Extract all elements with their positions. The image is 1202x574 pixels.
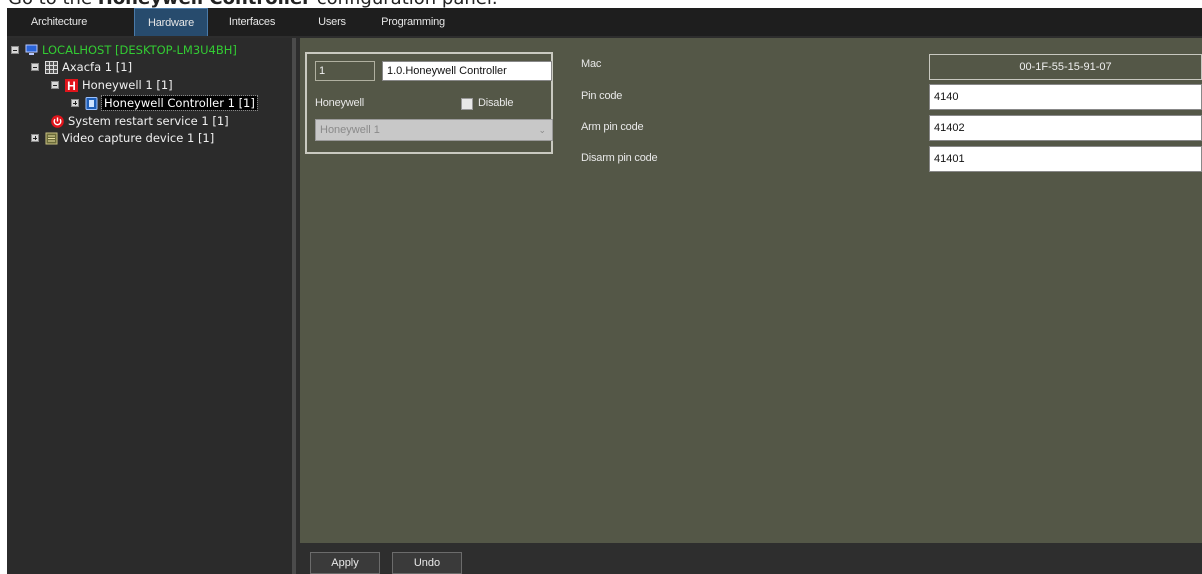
mac-label: Mac (581, 58, 602, 70)
bottom-action-bar: Apply Undo (300, 543, 1202, 574)
device-name-field[interactable]: 1.0.Honeywell Controller (382, 61, 552, 81)
caption-bold: Honeywell Controller (98, 0, 311, 8)
disable-checkbox[interactable] (461, 98, 473, 110)
pin-code-label: Pin code (581, 90, 623, 102)
tree-item-system-restart[interactable]: System restart service 1 [1] (51, 113, 229, 129)
app-window: Architecture Hardware Interfaces Users P… (7, 8, 1202, 574)
power-icon (51, 114, 64, 128)
expand-icon[interactable] (31, 134, 39, 142)
tab-architecture[interactable]: Architecture (7, 8, 111, 36)
instruction-caption: Go to the Honeywell Controller configura… (8, 0, 1198, 8)
tree-label-localhost: LOCALHOST [DESKTOP-LM3U4BH] (42, 43, 237, 57)
honeywell-h-icon: H (65, 78, 78, 92)
mac-field: 00-1F-55-15-91-07 (929, 54, 1202, 80)
top-menu-bar: Architecture Hardware Interfaces Users P… (7, 8, 1202, 36)
tree-item-honeywell[interactable]: H Honeywell 1 [1] (51, 77, 173, 93)
tree-item-video-capture[interactable]: Video capture device 1 [1] (31, 130, 214, 146)
collapse-icon[interactable] (31, 63, 39, 71)
tree-label-axacfa: Axacfa 1 [1] (62, 60, 133, 74)
capture-card-icon (45, 132, 58, 145)
tree-label-system-restart: System restart service 1 [1] (68, 114, 229, 128)
tab-interfaces[interactable]: Interfaces (211, 8, 293, 36)
chevron-down-icon: ⌄ (538, 125, 546, 135)
computer-icon (25, 44, 38, 57)
tree-item-honeywell-controller[interactable]: Honeywell Controller 1 [1] (71, 95, 258, 111)
device-id-field[interactable]: 1 (315, 61, 375, 81)
arm-pin-code-input[interactable]: 41402 (929, 115, 1202, 141)
tree-item-axacfa[interactable]: Axacfa 1 [1] (31, 59, 132, 75)
tree-item-localhost[interactable]: LOCALHOST [DESKTOP-LM3U4BH] (11, 42, 237, 58)
collapse-icon[interactable] (51, 81, 59, 89)
svg-text:H: H (67, 79, 76, 92)
caption-prefix: Go to the (8, 0, 98, 8)
device-type-label: Honeywell (315, 97, 364, 109)
settings-panel: 1 1.0.Honeywell Controller Honeywell Dis… (300, 38, 1202, 543)
arm-pin-code-label: Arm pin code (581, 121, 644, 133)
parent-device-value: Honeywell 1 (320, 124, 380, 136)
collapse-icon[interactable] (11, 46, 19, 54)
expand-icon[interactable] (71, 99, 79, 107)
object-tree: LOCALHOST [DESKTOP-LM3U4BH] Axacfa 1 [1]… (7, 38, 296, 574)
tree-label-video-capture: Video capture device 1 [1] (62, 131, 215, 145)
caption-suffix: configuration panel. (311, 0, 498, 8)
apply-button[interactable]: Apply (310, 552, 380, 574)
disable-label: Disable (478, 97, 514, 109)
tab-hardware[interactable]: Hardware (134, 8, 208, 36)
pin-code-input[interactable]: 4140 (929, 84, 1202, 110)
tree-label-honeywell-controller: Honeywell Controller 1 [1] (101, 95, 258, 111)
tab-users[interactable]: Users (297, 8, 367, 36)
disarm-pin-code-label: Disarm pin code (581, 152, 658, 164)
tab-programming[interactable]: Programming (367, 8, 459, 36)
device-groupbox: 1 1.0.Honeywell Controller Honeywell Dis… (305, 52, 553, 154)
undo-button[interactable]: Undo (392, 552, 462, 574)
disarm-pin-code-input[interactable]: 41401 (929, 146, 1202, 172)
tree-label-honeywell: Honeywell 1 [1] (82, 78, 173, 92)
controller-icon (85, 96, 98, 110)
grid-board-icon (45, 60, 58, 74)
parent-device-select[interactable]: Honeywell 1 ⌄ (315, 119, 553, 141)
